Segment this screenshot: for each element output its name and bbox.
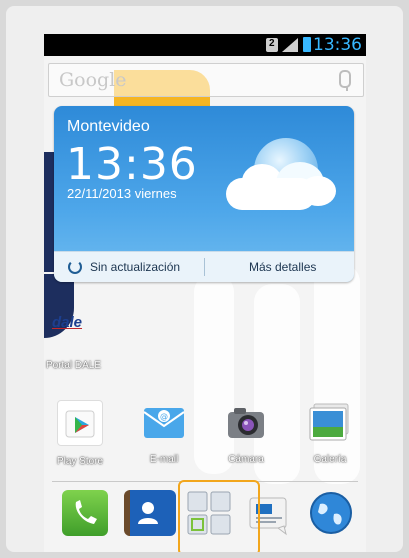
app-label: Cámara (228, 454, 264, 465)
browser-icon[interactable] (308, 490, 354, 536)
microphone-icon[interactable] (339, 70, 351, 88)
app-label: E-mail (149, 454, 179, 465)
widget-clock: 13:36 (66, 139, 198, 190)
status-bar: 2 13:36 (44, 34, 366, 56)
app-label: Play Store (56, 456, 104, 467)
app-label: Galería (313, 454, 347, 465)
sim-number: 2 (269, 38, 275, 49)
sim-icon: 2 (266, 38, 278, 52)
contacts-icon[interactable] (124, 490, 176, 536)
battery-icon (303, 37, 311, 52)
app-email[interactable]: @ E-mail (132, 400, 196, 465)
widget-date: 22/11/2013 viernes (67, 186, 177, 201)
portal-dale-label: Portal DALE (46, 360, 102, 371)
weather-clock-widget[interactable]: Montevideo 13:36 22/11/2013 viernes Sin … (54, 106, 354, 282)
play-store-icon (57, 400, 103, 446)
footer-divider (204, 258, 205, 276)
signal-icon (282, 38, 298, 52)
portal-dale-shortcut[interactable]: dale (52, 314, 96, 336)
email-icon: @ (142, 400, 186, 444)
app-gallery[interactable]: Galería (298, 400, 362, 465)
cloud-icon (226, 178, 316, 210)
sync-status-label[interactable]: Sin actualización (90, 260, 180, 274)
camera-icon (224, 400, 268, 444)
phone-screen: 2 13:36 Google Montevideo 13:36 22/11/20… (44, 34, 366, 552)
status-time: 13:36 (313, 35, 362, 55)
app-drawer-highlight (178, 480, 260, 552)
app-camera[interactable]: Cámara (214, 400, 278, 465)
google-logo: Google (59, 69, 127, 91)
gallery-icon (308, 400, 352, 444)
google-search-bar[interactable]: Google (48, 63, 364, 97)
weather-footer: Sin actualización Más detalles (54, 251, 354, 282)
app-play-store[interactable]: Play Store (48, 400, 112, 467)
svg-text:@: @ (160, 412, 168, 421)
dale-logo: dale (52, 314, 83, 331)
more-details-link[interactable]: Más detalles (249, 260, 316, 274)
weather-city: Montevideo (67, 118, 150, 135)
phone-icon[interactable] (62, 490, 108, 536)
microphone-stand (346, 87, 348, 91)
sync-icon[interactable] (68, 260, 82, 274)
